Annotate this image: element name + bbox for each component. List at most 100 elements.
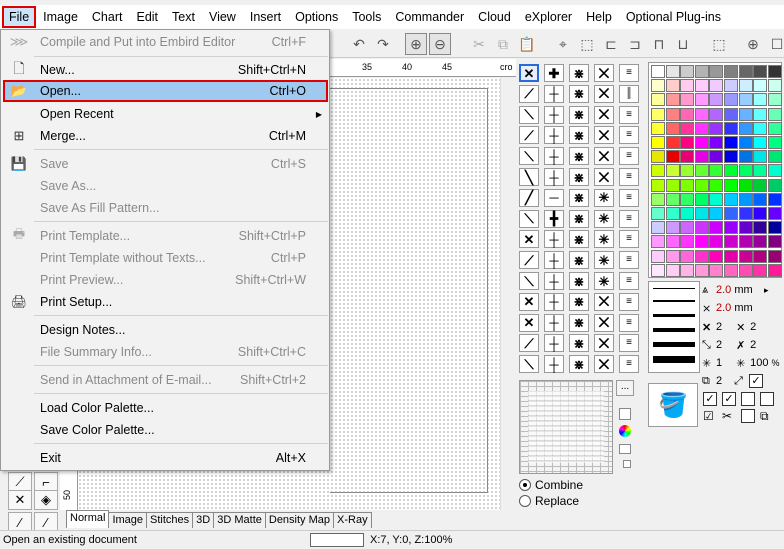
color-swatch[interactable] <box>694 192 709 206</box>
copy-layers-icon[interactable]: ⧉ <box>760 409 769 424</box>
color-swatch[interactable] <box>651 65 665 78</box>
stitch-type-icon[interactable]: ⨉ <box>594 313 614 332</box>
stitch-type-icon[interactable]: ┼ <box>544 230 564 249</box>
stitch-type-icon[interactable]: ⟍ <box>519 105 539 124</box>
color-swatch[interactable] <box>651 207 665 220</box>
stitch-type-icon[interactable]: ✳ <box>594 188 614 207</box>
color-swatch[interactable] <box>694 107 709 121</box>
color-wheel-icon[interactable] <box>619 425 631 437</box>
color-swatch[interactable] <box>709 221 724 235</box>
color-swatch[interactable] <box>665 121 680 135</box>
stitch-type-icon[interactable]: ≡ <box>619 168 639 186</box>
color-swatch[interactable] <box>767 263 782 277</box>
color-swatch[interactable] <box>767 150 782 164</box>
line-width-4[interactable] <box>653 328 695 332</box>
menu-text[interactable]: Text <box>165 6 202 28</box>
copy-row[interactable]: ⧉ 2 ⤢ ✓ <box>702 372 763 390</box>
stitch-type-icon[interactable]: ╱ <box>519 188 539 207</box>
color-swatch[interactable] <box>651 235 665 249</box>
color-swatch[interactable] <box>738 221 753 235</box>
stitch-type-icon[interactable]: ⋇ <box>569 147 589 166</box>
stitch-type-icon[interactable]: ⋇ <box>569 292 589 311</box>
color-swatch[interactable] <box>665 221 680 235</box>
stitch-type-icon[interactable]: ⨉ <box>594 292 614 311</box>
color-swatch[interactable] <box>709 121 724 135</box>
color-swatch[interactable] <box>665 79 680 93</box>
fill-tool-icon[interactable]: ◈ <box>34 490 58 510</box>
tab-normal[interactable]: Normal <box>66 510 110 528</box>
stitch-type-icon[interactable]: ┼ <box>544 334 564 353</box>
checkbox-2[interactable]: ✓ <box>722 392 736 406</box>
color-swatch[interactable] <box>680 93 695 107</box>
color-swatch[interactable] <box>694 235 709 249</box>
combine-radio[interactable] <box>519 479 531 491</box>
stitch-type-icon[interactable]: ┼ <box>544 147 564 166</box>
stitch-type-icon[interactable]: ✕ <box>519 230 539 249</box>
stitch-type-icon[interactable]: ⋇ <box>569 64 589 82</box>
copy-swatch-icon[interactable] <box>619 444 631 454</box>
menu-item-load-color-palette[interactable]: Load Color Palette... <box>3 397 328 419</box>
color-swatch[interactable] <box>738 65 753 78</box>
replace-radio[interactable] <box>519 495 531 507</box>
color-swatch[interactable] <box>665 192 680 206</box>
color-swatch[interactable] <box>709 136 724 149</box>
color-swatch[interactable] <box>665 65 680 78</box>
color-swatch[interactable] <box>665 107 680 121</box>
color-swatch[interactable] <box>665 263 680 277</box>
line-tool-icon[interactable]: ⁄ <box>8 512 32 532</box>
line-width-1[interactable] <box>653 288 695 289</box>
color-swatch[interactable] <box>724 192 738 206</box>
menu-item-open[interactable]: 📂 Open... Ctrl+O <box>3 80 328 102</box>
menu-item-exit[interactable]: Exit Alt+X <box>3 447 328 469</box>
color-swatch[interactable] <box>680 221 695 235</box>
stitch-type-icon[interactable]: ┼ <box>544 292 564 311</box>
menu-optional-plugins[interactable]: Optional Plug-ins <box>619 6 728 28</box>
color-swatch[interactable] <box>724 235 738 249</box>
stitch-type-icon[interactable]: ≡ <box>619 188 639 207</box>
color-swatch[interactable] <box>724 221 738 235</box>
menu-commander[interactable]: Commander <box>388 6 471 28</box>
stitch-type-icon[interactable]: ⋇ <box>569 313 589 332</box>
stitch-type-icon[interactable]: ≡ <box>619 126 639 145</box>
color-swatch[interactable] <box>665 150 680 164</box>
paste-icon[interactable]: 📋 <box>516 33 538 55</box>
checkbox-4[interactable] <box>760 392 774 406</box>
color-swatch[interactable] <box>665 136 680 149</box>
stitch-width-row[interactable]: ⨯ 2.0 mm <box>702 299 753 317</box>
crosshair-icon[interactable]: ⊕ <box>742 33 764 55</box>
menu-item-print-setup[interactable]: 🖨 Print Setup... <box>3 291 328 313</box>
align-left-icon[interactable]: ⊏ <box>600 33 622 55</box>
color-swatch[interactable] <box>738 192 753 206</box>
corner-tool-icon[interactable]: ⌐ <box>34 472 58 492</box>
color-swatch[interactable] <box>738 121 753 135</box>
stitch-type-icon[interactable]: ✳ <box>594 209 614 228</box>
tab-density-map[interactable]: Density Map <box>264 512 335 528</box>
stitch-type-icon[interactable]: ✳ <box>594 272 614 290</box>
vertical-scrollbar[interactable] <box>500 78 516 510</box>
stitch-type-icon[interactable]: ⟋ <box>519 84 539 103</box>
stitch-type-icon[interactable]: ≡ <box>619 355 639 374</box>
color-swatch[interactable] <box>709 178 724 192</box>
color-swatch[interactable] <box>709 249 724 263</box>
color-swatch[interactable] <box>651 192 665 206</box>
color-swatch[interactable] <box>738 93 753 107</box>
stitch-type-icon[interactable]: ✳ <box>594 251 614 270</box>
color-swatch[interactable] <box>665 249 680 263</box>
color-swatch[interactable] <box>651 79 665 93</box>
color-swatch[interactable] <box>753 79 768 93</box>
zoom-in-icon[interactable]: ⊕ <box>405 33 427 55</box>
color-swatch[interactable] <box>767 207 782 220</box>
color-swatch[interactable] <box>753 65 768 78</box>
color-swatch[interactable] <box>694 221 709 235</box>
combine-option[interactable]: Combine <box>519 478 583 492</box>
menu-item-merge[interactable]: ⊞ Merge... Ctrl+M <box>3 125 328 147</box>
color-swatch[interactable] <box>738 235 753 249</box>
color-swatch[interactable] <box>680 107 695 121</box>
color-swatch[interactable] <box>694 164 709 178</box>
color-swatch[interactable] <box>680 121 695 135</box>
stitch-type-icon[interactable]: ┼ <box>544 105 564 124</box>
color-swatch[interactable] <box>694 178 709 192</box>
color-swatch[interactable] <box>724 121 738 135</box>
undo-icon[interactable]: ↶ <box>348 33 370 55</box>
stitch-type-icon[interactable]: ⋇ <box>569 209 589 228</box>
